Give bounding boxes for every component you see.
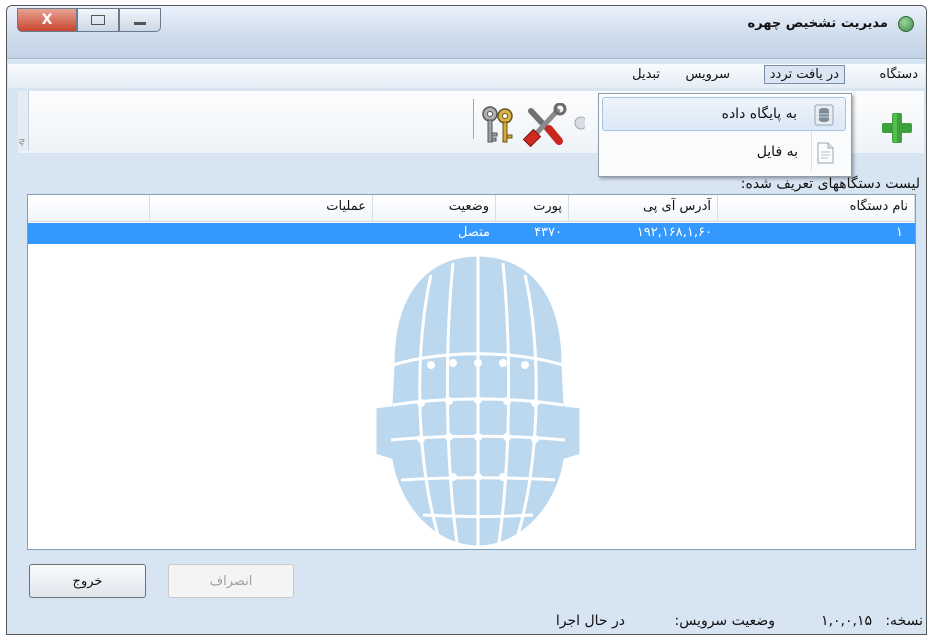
tools-icon[interactable]: [523, 103, 567, 147]
menu-item-to-file[interactable]: به فایل: [602, 136, 846, 170]
toolbar-separator: [473, 99, 474, 139]
app-icon: [898, 16, 914, 32]
menu-convert[interactable]: تبدیل: [627, 67, 665, 82]
window-title: مدیریت تشخیص چهره: [747, 16, 888, 31]
column-header-status[interactable]: وضعیت: [373, 195, 496, 222]
column-header-filler: [28, 195, 150, 222]
menu-receive-attendance[interactable]: در یافت تردد: [763, 65, 845, 84]
minimize-button[interactable]: [119, 8, 161, 32]
close-icon: X: [41, 12, 53, 28]
menu-item-to-database[interactable]: به پایگاه داده: [602, 97, 846, 131]
minimize-icon: [134, 21, 146, 25]
device-list[interactable]: نام دستگاه آدرس آی پی پورت وضعیت عملیات …: [27, 194, 916, 550]
menu-bar: دستگاه در یافت تردد سرویس تبدیل: [8, 64, 925, 88]
file-icon: [817, 142, 834, 164]
toolbar-grip[interactable]: ਵ: [18, 91, 29, 151]
database-icon: [814, 104, 834, 126]
cell-port: ۴۳۷۰: [534, 225, 562, 240]
service-status-label: وضعیت سرویس:: [674, 613, 775, 629]
column-header-device-name[interactable]: نام دستگاه: [718, 195, 915, 222]
toolbar-overflow-icon: ਵ: [19, 138, 25, 148]
version-label: نسخه:: [885, 613, 923, 629]
add-icon[interactable]: [880, 111, 914, 145]
menu-service[interactable]: سرویس: [680, 67, 735, 82]
version-value: ۱,۰,۰,۱۵: [821, 613, 872, 629]
maximize-icon: [91, 15, 105, 25]
table-row[interactable]: ۱ ۱۹۲,۱۶۸,۱,۶۰ ۴۳۷۰ متصل: [28, 223, 915, 244]
cell-device-name: ۱: [896, 225, 903, 240]
device-list-title: لیست دستگاههای تعریف شده:: [740, 176, 920, 192]
exit-button[interactable]: خروج: [29, 564, 146, 598]
receive-attendance-dropdown: به پایگاه داده به فایل: [598, 93, 852, 177]
keys-icon[interactable]: [480, 105, 516, 145]
face-watermark-icon: [373, 255, 583, 547]
menu-item-to-file-label: به فایل: [756, 144, 798, 160]
settings-icon[interactable]: [571, 113, 585, 133]
cell-status: متصل: [457, 225, 490, 240]
maximize-button[interactable]: [77, 8, 119, 32]
service-status-value: در حال اجرا: [555, 613, 625, 629]
cell-ip-address: ۱۹۲,۱۶۸,۱,۶۰: [636, 225, 712, 240]
menu-item-to-database-label: به پایگاه داده: [721, 106, 797, 122]
column-header-ip-address[interactable]: آدرس آی پی: [569, 195, 718, 222]
title-bar[interactable]: X مدیریت تشخیص چهره: [7, 6, 926, 59]
cancel-button[interactable]: انصراف: [168, 564, 294, 598]
menu-device[interactable]: دستگاه: [874, 67, 923, 82]
close-button[interactable]: X: [17, 8, 77, 32]
column-header-port[interactable]: پورت: [496, 195, 569, 222]
status-bar: نسخه: ۱,۰,۰,۱۵ وضعیت سرویس: در حال اجرا: [8, 609, 925, 634]
window-controls: X: [17, 8, 161, 32]
column-header-operations[interactable]: عملیات: [150, 195, 373, 222]
